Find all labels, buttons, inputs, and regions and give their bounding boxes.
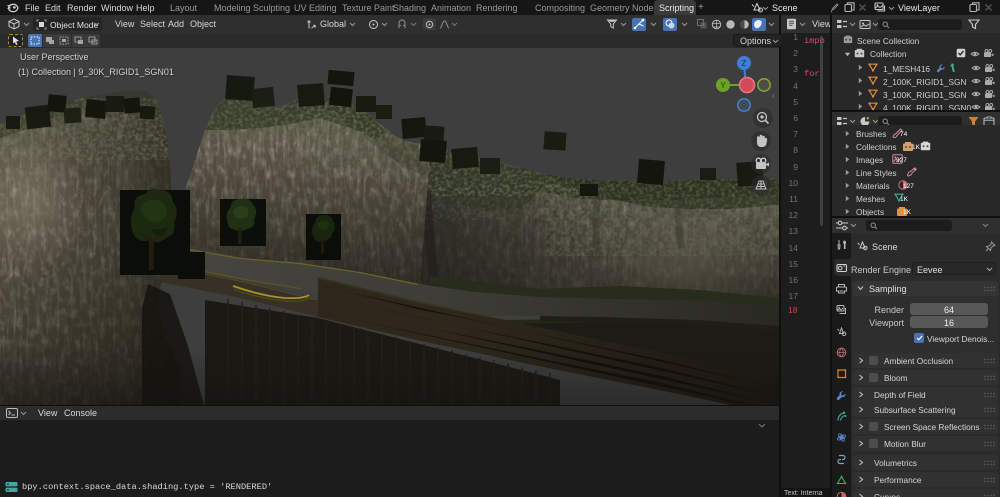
svg-text:Y: Y: [720, 81, 726, 90]
svg-text:Z: Z: [742, 59, 747, 68]
